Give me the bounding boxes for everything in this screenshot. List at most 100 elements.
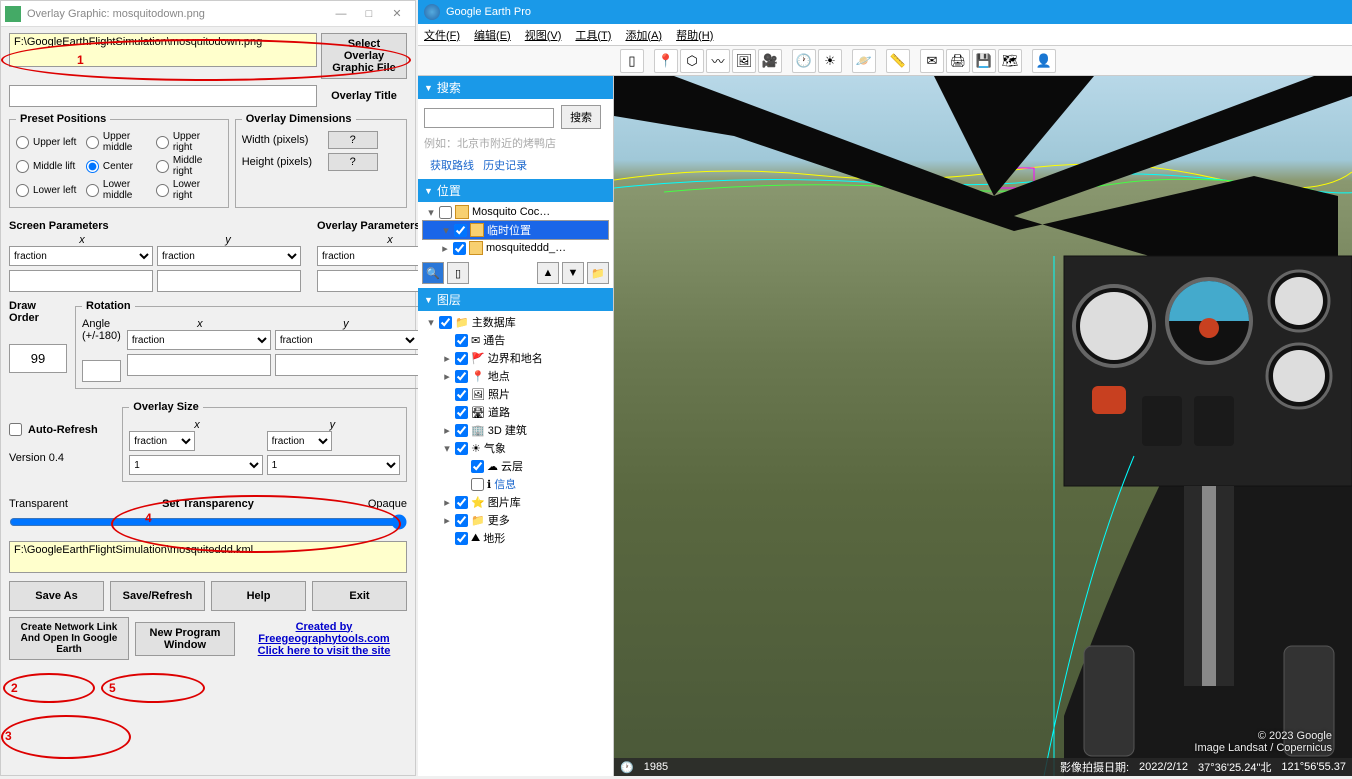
menu-工具(T)[interactable]: 工具(T) [575,27,611,43]
get-route-link[interactable]: 获取路线 [430,160,474,172]
created-by-link[interactable]: Created by Freegeographytools.com Click … [241,621,407,657]
save-image-button[interactable]: 💾 [972,49,996,73]
size-x-select[interactable]: fraction [129,431,195,451]
preset-upper-left[interactable]: Upper left [16,131,82,153]
layer-item[interactable]: ☁云层 [422,457,609,475]
preset-lower-right[interactable]: Lower right [156,179,222,201]
width-button[interactable]: ? [328,131,378,149]
menu-编辑(E)[interactable]: 编辑(E) [474,27,511,43]
help-button[interactable]: Help [211,581,306,611]
polygon-button[interactable]: ⬡ [680,49,704,73]
layer-item[interactable]: 🖼照片 [422,385,609,403]
hide-sidebar-button[interactable]: ▯ [620,49,644,73]
overlay-title-input[interactable] [9,85,317,107]
graphic-file-path[interactable]: F:\GoogleEarthFlightSimulation\mosquitod… [9,33,317,67]
search-button[interactable]: 搜索 [561,105,601,129]
menu-视图(V)[interactable]: 视图(V) [525,27,562,43]
close-button[interactable]: ✕ [383,7,411,20]
preset-center[interactable]: Center [86,155,152,177]
app-icon [5,6,21,22]
overlay-title-label: Overlay Title [321,90,407,102]
places-up-btn[interactable]: ▲ [537,262,559,284]
places-search-btn[interactable]: 🔍 [422,262,444,284]
search-input[interactable] [424,108,554,128]
menu-添加(A)[interactable]: 添加(A) [625,27,662,43]
places-folder-btn[interactable]: 📁 [587,262,609,284]
history-slider-icon[interactable]: 🕐 [620,761,634,774]
view-in-maps-button[interactable]: 🗺 [998,49,1022,73]
save-refresh-button[interactable]: Save/Refresh [110,581,205,611]
path-button[interactable]: 〰 [706,49,730,73]
places-panel-header[interactable]: 位置 [418,179,613,202]
rot-y-select[interactable]: fraction [275,330,419,350]
clock-button[interactable]: 🕐 [792,49,816,73]
select-file-button[interactable]: Select Overlay Graphic File [321,33,407,79]
menu-帮助(H)[interactable]: 帮助(H) [676,27,713,43]
preset-upper-middle[interactable]: Upper middle [86,131,152,153]
exit-button[interactable]: Exit [312,581,407,611]
preset-lower-left[interactable]: Lower left [16,179,82,201]
rotation-group: Rotation Angle (+/-180) xy fraction frac… [75,300,426,389]
preset-upper-right[interactable]: Upper right [156,131,222,153]
places-down-btn[interactable]: ▼ [562,262,584,284]
places-item[interactable]: ▾临时位置 [422,220,609,240]
screen-y-select[interactable]: fraction [157,246,301,266]
menu-文件(F)[interactable]: 文件(F) [424,27,460,43]
titlebar: Overlay Graphic: mosquitodown.png — □ ✕ [1,1,415,27]
google-earth-window: Google Earth Pro 文件(F)编辑(E)视图(V)工具(T)添加(… [418,0,1352,776]
sidebar: 搜索 搜索 例如：北京市附近的烤鸭店 获取路线 历史记录 位置 ▾Mosquit… [418,76,614,776]
layer-item[interactable]: ▸🏢3D 建筑 [422,421,609,439]
screen-x-select[interactable]: fraction [9,246,153,266]
record-tour-button[interactable]: 🎥 [758,49,782,73]
search-panel-header[interactable]: 搜索 [418,76,613,99]
height-button[interactable]: ? [328,153,378,171]
save-as-button[interactable]: Save As [9,581,104,611]
planet-button[interactable]: 🪐 [852,49,876,73]
layer-item[interactable]: ▸⭐图片库 [422,493,609,511]
layer-item[interactable]: ⛰地形 [422,529,609,547]
places-item[interactable]: ▾Mosquito Coc… [422,204,609,220]
history-link[interactable]: 历史记录 [483,160,527,172]
rot-x-select[interactable]: fraction [127,330,271,350]
layer-item[interactable]: ▸📍地点 [422,367,609,385]
3d-viewport[interactable]: © 2023 Google Image Landsat / Copernicus… [614,76,1352,776]
rot-y-input[interactable] [275,354,419,376]
layer-item[interactable]: ▸🚩边界和地名 [422,349,609,367]
minimize-button[interactable]: — [327,8,355,20]
placemark-button[interactable]: 📍 [654,49,678,73]
size-y-select[interactable]: fraction [267,431,333,451]
preset-lower-middle[interactable]: Lower middle [86,179,152,201]
layers-panel-header[interactable]: 图层 [418,288,613,311]
maximize-button[interactable]: □ [355,8,383,20]
kml-file-path[interactable]: F:\GoogleEarthFlightSimulation\mosquited… [9,541,407,573]
size-y-value[interactable]: 1 [267,455,400,475]
preset-middle-lift[interactable]: Middle lift [16,155,82,177]
ruler-button[interactable]: 📏 [886,49,910,73]
places-sep-btn[interactable]: ▯ [447,262,469,284]
size-x-value[interactable]: 1 [129,455,262,475]
screen-y-input[interactable] [157,270,301,292]
places-item[interactable]: ▸mosquiteddd_… [422,240,609,256]
preset-middle-right[interactable]: Middle right [156,155,222,177]
layer-item[interactable]: 🛣道路 [422,403,609,421]
terrain-vectors [614,160,1352,200]
sun-button[interactable]: ☀ [818,49,842,73]
print-button[interactable]: 🖨 [946,49,970,73]
transparency-slider[interactable] [9,514,407,530]
screen-x-input[interactable] [9,270,153,292]
layer-item[interactable]: ℹ信息 [422,475,609,493]
layer-item[interactable]: ▸📁更多 [422,511,609,529]
angle-input[interactable] [82,360,121,382]
auto-refresh-checkbox[interactable] [9,423,22,436]
layer-item[interactable]: ▾📁主数据库 [422,313,609,331]
create-network-link-button[interactable]: Create Network Link And Open In Google E… [9,617,129,660]
layer-item[interactable]: ✉通告 [422,331,609,349]
layer-item[interactable]: ▾☀气象 [422,439,609,457]
image-overlay-button[interactable]: 🖼 [732,49,756,73]
rot-x-input[interactable] [127,354,271,376]
sign-in-button[interactable]: 👤 [1032,49,1056,73]
email-button[interactable]: ✉ [920,49,944,73]
draw-order-input[interactable] [9,344,67,373]
toolbar: ▯ 📍 ⬡ 〰 🖼 🎥 🕐 ☀ 🪐 📏 ✉ 🖨 💾 🗺 👤 [418,46,1352,76]
new-program-window-button[interactable]: New Program Window [135,622,235,656]
